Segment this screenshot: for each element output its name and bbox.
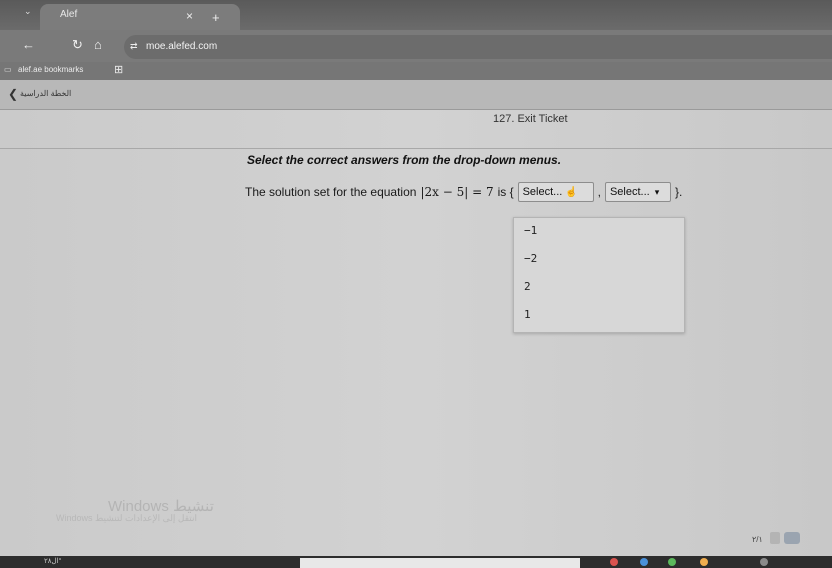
app-icon[interactable] <box>610 558 618 566</box>
tab-title: Alef <box>60 9 78 20</box>
back-arrow-icon[interactable]: ← <box>22 37 35 52</box>
next-page-button[interactable] <box>784 532 800 544</box>
page-header: ❮ الخطة الدراسية <box>0 80 832 110</box>
pointer-cursor-icon: ☝ <box>565 186 578 198</box>
app-icon[interactable] <box>700 558 708 566</box>
site-settings-icon[interactable]: ⇄ <box>130 41 138 52</box>
equation: |2x − 5| = 7 <box>420 185 494 199</box>
question-prefix: The solution set for the equation <box>245 185 417 199</box>
chevron-down-icon: ▾ <box>654 186 660 197</box>
app-icon[interactable] <box>640 558 648 566</box>
apps-grid-icon[interactable]: ⊞ <box>114 63 123 76</box>
page-indicator: ٢/١ <box>752 535 763 544</box>
select-1-value: Select... <box>522 186 563 198</box>
answer-select-2[interactable]: Select... ▾ <box>604 182 671 202</box>
question-suffix: }. <box>674 185 683 199</box>
dropdown-option[interactable]: −1 <box>524 224 537 237</box>
answer-select-1[interactable]: Select... ☝ <box>517 182 594 202</box>
tab-list-chevron-icon[interactable]: ⌄ <box>24 6 32 17</box>
question-row: The solution set for the equation |2x − … <box>245 182 682 202</box>
browser-toolbar: ← ↻ ⌂ ⇄ moe.alefed.com <box>0 30 832 62</box>
taskbar-weather[interactable]: ال٢٨° <box>44 557 61 565</box>
dropdown-option[interactable]: 2 <box>524 280 531 293</box>
url-text: moe.alefed.com <box>146 41 218 52</box>
taskbar: ال٢٨° <box>0 556 832 568</box>
main-content: 127. Exit Ticket Select the correct answ… <box>0 110 832 556</box>
dropdown-menu: −1 −2 2 1 <box>513 217 685 333</box>
divider <box>0 148 832 149</box>
taskbar-search[interactable] <box>300 558 580 568</box>
activation-watermark-subtitle: Windows انتقل إلى الإعدادات لتنشيط <box>56 513 198 523</box>
bookmark-item[interactable]: alef.ae bookmarks <box>18 65 83 74</box>
page-title: 127. Exit Ticket <box>493 113 568 125</box>
reload-icon[interactable]: ↻ <box>72 37 83 53</box>
comma: , <box>597 185 601 199</box>
new-tab-icon[interactable]: + <box>212 10 220 25</box>
bookmarks-bar: ▭ alef.ae bookmarks ⊞ <box>0 62 832 80</box>
address-bar[interactable]: ⇄ moe.alefed.com <box>124 35 832 59</box>
instruction-text: Select the correct answers from the drop… <box>247 153 562 167</box>
app-icon[interactable] <box>760 558 768 566</box>
select-2-value: Select... <box>609 186 650 198</box>
tab-close-icon[interactable]: × <box>186 9 193 23</box>
browser-tab-bar: ⌄ Alef × + <box>0 0 832 30</box>
question-is: is { <box>497 185 514 199</box>
prev-page-button[interactable] <box>770 532 780 544</box>
bookmark-folder-icon: ▭ <box>4 65 12 74</box>
back-link-label[interactable]: الخطة الدراسية <box>20 89 71 98</box>
app-icon[interactable] <box>668 558 676 566</box>
chevron-left-icon[interactable]: ❮ <box>8 87 18 101</box>
dropdown-option[interactable]: 1 <box>524 308 531 321</box>
browser-tab[interactable]: Alef <box>40 4 240 30</box>
home-icon[interactable]: ⌂ <box>94 37 102 52</box>
dropdown-option[interactable]: −2 <box>524 252 537 265</box>
